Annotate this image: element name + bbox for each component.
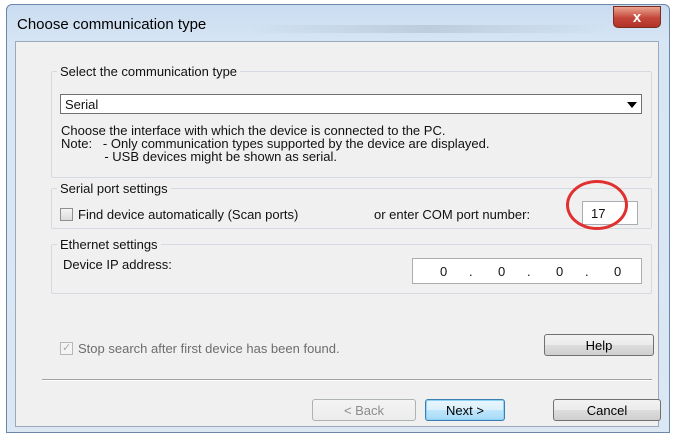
com-port-label: or enter COM port number: — [374, 207, 531, 222]
find-automatically-checkbox[interactable] — [60, 208, 73, 221]
checkmark-icon: ✓ — [62, 342, 72, 354]
dialog-content: Select the communication type Serial Cho… — [15, 41, 661, 427]
chevron-down-icon[interactable] — [627, 102, 637, 108]
ethernet-settings-legend: Ethernet settings — [60, 237, 158, 252]
title-bar-background-blur — [247, 25, 607, 33]
cancel-button[interactable]: Cancel — [553, 399, 661, 421]
stop-search-checkbox[interactable]: ✓ — [60, 342, 73, 355]
ip-address-input[interactable]: 0 . 0 . 0 . 0 — [412, 258, 642, 284]
ip-dot-2: . — [527, 264, 531, 279]
title-bar[interactable]: Choose communication type x — [7, 5, 669, 41]
ip-octet-3[interactable]: 0 — [556, 264, 563, 279]
next-button[interactable]: Next > — [425, 399, 505, 421]
help-button-label: Help — [585, 337, 613, 353]
ip-dot-1: . — [469, 264, 473, 279]
next-button-label: Next > — [446, 402, 484, 418]
back-button-label: < Back — [343, 402, 385, 418]
stop-search-label[interactable]: Stop search after first device has been … — [78, 341, 340, 356]
close-icon: x — [632, 8, 642, 26]
device-ip-label: Device IP address: — [63, 257, 172, 272]
dialog-window: Choose communication type x Select the c… — [6, 4, 670, 433]
ip-octet-4[interactable]: 0 — [614, 264, 621, 279]
comm-type-selected: Serial — [65, 97, 99, 112]
close-button[interactable]: x — [613, 6, 661, 28]
comm-type-legend: Select the communication type — [60, 64, 238, 79]
find-automatically-label[interactable]: Find device automatically (Scan ports) — [78, 207, 298, 222]
footer-separator — [42, 379, 652, 381]
back-button[interactable]: < Back — [312, 399, 416, 421]
ip-dot-3: . — [585, 264, 589, 279]
window-title: Choose communication type — [17, 16, 207, 33]
ip-octet-1[interactable]: 0 — [440, 264, 447, 279]
comm-type-note-line2: - USB devices might be shown as serial. — [61, 149, 337, 164]
ip-octet-2[interactable]: 0 — [498, 264, 505, 279]
comm-type-select[interactable]: Serial — [60, 94, 642, 114]
help-button[interactable]: Help — [544, 334, 654, 356]
serial-settings-legend: Serial port settings — [60, 181, 168, 196]
cancel-button-label: Cancel — [586, 402, 628, 418]
highlight-circle — [566, 180, 628, 230]
